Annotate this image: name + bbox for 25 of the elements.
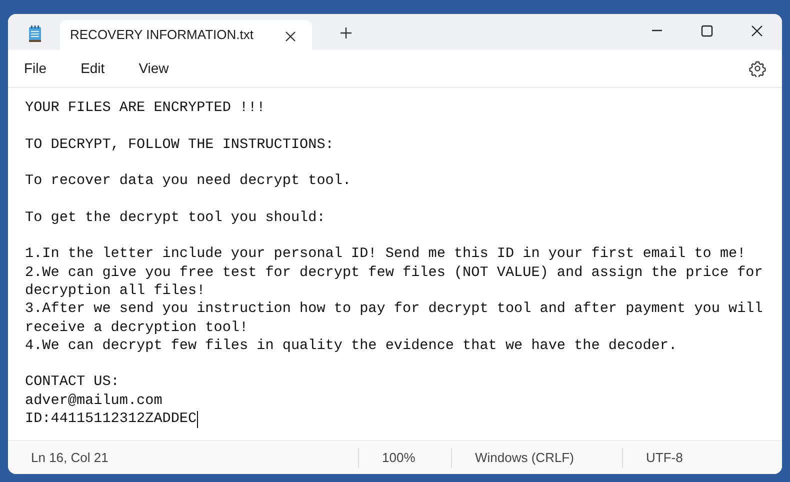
text-line: To recover data you need decrypt tool. — [25, 172, 352, 190]
text-line: adver@mailum.com — [25, 392, 162, 410]
menu-item[interactable]: View — [130, 54, 177, 83]
text-line: YOUR FILES ARE ENCRYPTED !!! — [25, 99, 266, 118]
text-line: TO DECRYPT, FOLLOW THE INSTRUCTIONS: — [25, 136, 334, 154]
text-line: 1.In the letter include your personal ID! Send me this ID in your first email to me! — [25, 245, 746, 264]
text-line: 2.We can give you free test for decrypt few files (NOT VALUE) and assign the price for — [25, 264, 763, 282]
menu-item[interactable]: Edit — [72, 54, 113, 83]
text-line: ID:44115112312ZADDEC — [25, 410, 197, 428]
cursor-position: Ln 16, Col 21 — [30, 448, 110, 467]
new-tab-icon[interactable] — [340, 25, 352, 41]
settings-icon[interactable] — [749, 60, 766, 77]
text-cursor — [196, 410, 198, 428]
text-line: receive a decryption tool! — [25, 318, 248, 337]
text-line: To get the decrypt tool you should: — [25, 208, 326, 228]
encoding-label: UTF-8 — [622, 448, 742, 468]
text-line: decryption all files! — [25, 282, 206, 300]
notepad-icon — [28, 25, 42, 43]
text-line: 3.After we send you instruction how to pay for decrypt tool and after payment you will — [25, 300, 763, 319]
file-tab[interactable]: RECOVERY INFORMATION.txt — [60, 20, 312, 50]
line-ending-type: Windows (CRLF) — [451, 448, 622, 468]
zoom-level: 100% — [358, 448, 451, 468]
text-line: CONTACT US: — [25, 373, 120, 392]
menu-item[interactable]: File — [16, 54, 55, 83]
text-line: 4.We can decrypt few files in quality the evidence that we have the decoder. — [25, 336, 678, 356]
